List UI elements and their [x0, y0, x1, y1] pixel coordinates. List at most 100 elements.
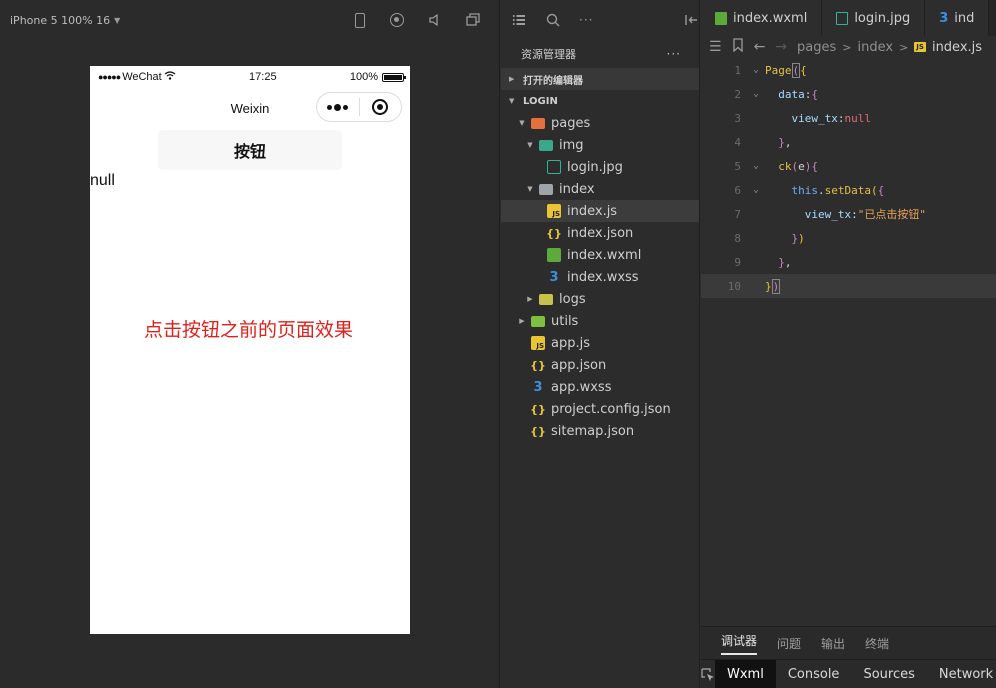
collapse-panel-icon[interactable] — [683, 12, 699, 28]
outline-icon[interactable]: ☰ — [709, 39, 722, 55]
battery-icon — [382, 72, 406, 82]
wifi-icon — [164, 71, 176, 83]
bookmark-icon[interactable] — [732, 38, 744, 56]
chevron-down-icon: ▼ — [114, 15, 121, 25]
code-line[interactable]: 10 }) — [701, 274, 996, 298]
code-line[interactable]: 7 view_tx:"已点击按钮" — [701, 202, 996, 226]
list-icon[interactable] — [511, 12, 527, 28]
element-picker-icon[interactable] — [701, 667, 715, 682]
search-icon[interactable] — [545, 12, 561, 28]
js-icon: JS — [531, 336, 545, 350]
panel-tab-sources[interactable]: Sources — [851, 660, 926, 688]
project-section[interactable]: ▼ LOGIN — [501, 90, 699, 112]
battery-label: 100% — [349, 71, 378, 83]
status-time: 17:25 — [249, 71, 277, 83]
editor-tab[interactable]: login.jpg — [822, 0, 926, 36]
editor-tab[interactable]: 3 ind — [925, 0, 990, 36]
json-icon: {} — [530, 402, 546, 416]
more-icon[interactable] — [317, 103, 359, 111]
signal-icon: ●●●●● — [98, 72, 121, 82]
devtools-tab[interactable]: 调试器 — [721, 632, 758, 655]
device-selector[interactable]: iPhone 5 100% 16 ▼ — [10, 14, 120, 27]
file-tree: ▼ pages ▼ img login.jpg ▼ index JS index.js {} ind… — [501, 112, 699, 442]
devtools-tabs: 调试器 问题 输出 终端 — [701, 627, 996, 659]
folder-utils-icon — [531, 315, 545, 327]
tree-item-label: index.json — [567, 225, 634, 241]
code-line[interactable]: 3 view_tx:null — [701, 106, 996, 130]
json-icon: {} — [546, 226, 562, 240]
sound-icon[interactable] — [427, 12, 443, 28]
project-label: LOGIN — [523, 95, 558, 107]
tree-item-label: logs — [559, 291, 586, 307]
breadcrumb-file[interactable]: index.js — [932, 40, 982, 55]
tree-item[interactable]: ▼ pages — [501, 112, 699, 134]
close-miniprogram-icon[interactable] — [360, 99, 402, 115]
explorer-toolbar: ··· — [501, 0, 699, 40]
explorer-title: 资源管理器 — [521, 48, 576, 61]
panel-tabs: Wxml Console Sources Network — [701, 659, 996, 688]
wxss-icon: 3 — [533, 379, 543, 395]
open-editors-section[interactable]: ▶ 打开的编辑器 — [501, 68, 699, 90]
code-line[interactable]: 1 ⌄ Page({ — [701, 58, 996, 82]
tap-button[interactable]: 按钮 — [158, 130, 342, 170]
devtools-tab[interactable]: 输出 — [821, 635, 845, 652]
code-line[interactable]: 2 ⌄ data:{ — [701, 82, 996, 106]
record-icon[interactable] — [389, 12, 405, 28]
tree-item[interactable]: ▼ img — [501, 134, 699, 156]
explorer-more-icon[interactable]: ··· — [667, 47, 681, 61]
breadcrumb-index[interactable]: index — [858, 40, 894, 55]
back-arrow-icon[interactable]: ← — [754, 39, 766, 55]
more-icon[interactable]: ··· — [579, 12, 595, 28]
chevron-right-icon: ▶ — [527, 295, 533, 303]
devtools-tab[interactable]: 问题 — [777, 635, 801, 652]
code-line[interactable]: 4 }, — [701, 130, 996, 154]
editor-tab[interactable]: index.wxml — [701, 0, 823, 36]
open-editors-label: 打开的编辑器 — [523, 75, 583, 87]
chevron-down-icon: ▼ — [527, 141, 533, 149]
forward-arrow-icon[interactable]: → — [775, 39, 787, 55]
tree-item[interactable]: ▶ utils — [501, 310, 699, 332]
phone-icon[interactable] — [351, 12, 367, 28]
device-label: iPhone 5 100% 16 — [10, 13, 111, 27]
devtools-tab[interactable]: 终端 — [865, 635, 889, 652]
folder-logs-icon — [539, 293, 553, 305]
folder-plain-icon — [539, 183, 553, 195]
code-line[interactable]: 9 }, — [701, 250, 996, 274]
fold-icon[interactable]: ⌄ — [747, 185, 765, 195]
tree-item[interactable]: login.jpg — [501, 156, 699, 178]
editor-tab-label: index.wxml — [733, 10, 808, 26]
fold-icon[interactable]: ⌄ — [747, 65, 765, 75]
json-icon: {} — [530, 358, 546, 372]
devtools-window: iPhone 5 100% 16 ▼ ●●●●● WeChat 17:25 10… — [0, 0, 996, 688]
breadcrumb-pages[interactable]: pages — [797, 40, 836, 55]
code-editor[interactable]: 1 ⌄ Page({ 2 ⌄ data:{ 3 view_tx:null 4 }, … — [701, 58, 996, 298]
wxml-file-icon — [715, 11, 727, 25]
fold-icon[interactable]: ⌄ — [747, 89, 765, 99]
code-line[interactable]: 6 ⌄ this.setData({ — [701, 178, 996, 202]
tree-item[interactable]: {} sitemap.json — [501, 420, 699, 442]
tree-item[interactable]: 3 index.wxss — [501, 266, 699, 288]
tree-item[interactable]: {} project.config.json — [501, 398, 699, 420]
window-icon[interactable] — [465, 12, 481, 28]
phone-screen: ●●●●● WeChat 17:25 100% Weixin 按钮 null — [90, 66, 410, 634]
tree-item[interactable]: ▼ index — [501, 178, 699, 200]
editor-tab-label: login.jpg — [854, 10, 911, 26]
tree-item[interactable]: JS app.js — [501, 332, 699, 354]
json-icon: {} — [530, 424, 546, 438]
menu-capsule — [316, 92, 402, 122]
panel-tab-console[interactable]: Console — [776, 660, 852, 688]
panel-tab-network[interactable]: Network — [927, 660, 996, 688]
view-text: null — [90, 172, 115, 189]
tree-item[interactable]: 3 app.wxss — [501, 376, 699, 398]
code-line[interactable]: 8 }) — [701, 226, 996, 250]
code-line[interactable]: 5 ⌄ ck(e){ — [701, 154, 996, 178]
tree-item[interactable]: JS index.js — [501, 200, 699, 222]
tree-item[interactable]: ▶ logs — [501, 288, 699, 310]
tree-item[interactable]: {} index.json — [501, 222, 699, 244]
tree-item[interactable]: index.wxml — [501, 244, 699, 266]
carrier-label: WeChat — [122, 71, 162, 83]
chevron-right-icon: ▶ — [519, 317, 525, 325]
tree-item[interactable]: {} app.json — [501, 354, 699, 376]
fold-icon[interactable]: ⌄ — [747, 161, 765, 171]
panel-tab-wxml[interactable]: Wxml — [715, 659, 776, 688]
